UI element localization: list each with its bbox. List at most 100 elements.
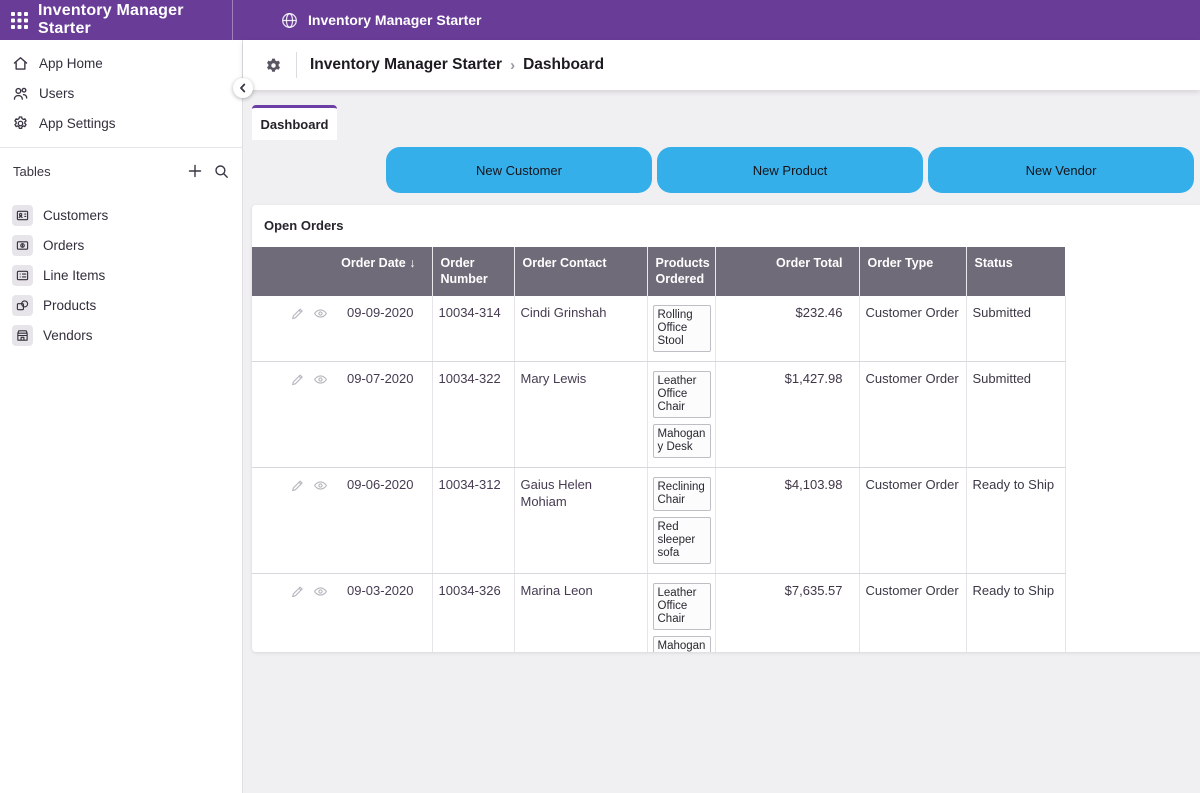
new-product-button[interactable]: New Product [657, 147, 923, 193]
order-status: Submitted [966, 362, 1065, 468]
breadcrumb-bar: Inventory Manager Starter › Dashboard [243, 40, 1200, 90]
order-date-cell: 09-03-2020 [252, 574, 432, 652]
open-orders-table: Order Date ↓ Order Number Order Contact … [252, 247, 1066, 652]
order-type: Customer Order [859, 574, 966, 652]
order-status: Submitted [966, 296, 1065, 362]
product-chip[interactable]: Mahogany Desk [653, 424, 711, 458]
new-vendor-button[interactable]: New Vendor [928, 147, 1194, 193]
sidebar-item-app-home[interactable]: App Home [0, 48, 242, 78]
order-date: 09-06-2020 [347, 477, 414, 494]
order-type: Customer Order [859, 362, 966, 468]
product-chip[interactable]: Red sleeper sofa [653, 517, 711, 564]
products-ordered-cell: Leather Office Chair Mahogany Desk [647, 362, 715, 468]
open-orders-title: Open Orders [252, 205, 1200, 247]
main-area: Inventory Manager Starter › Dashboard Da… [243, 40, 1200, 793]
sidebar-table-customers[interactable]: Customers [0, 200, 242, 230]
sidebar-table-orders[interactable]: Orders [0, 230, 242, 260]
view-icon[interactable] [313, 584, 328, 599]
order-contact: Cindi Grinshah [514, 296, 647, 362]
globe-icon [281, 12, 298, 29]
product-chip[interactable]: Reclining Chair [653, 477, 711, 511]
order-date-cell: 09-09-2020 [252, 296, 432, 362]
new-customer-button[interactable]: New Customer [386, 147, 652, 193]
table-row: 09-07-2020 10034-322 Mary Lewis Leather … [252, 362, 1065, 468]
order-date-cell: 09-06-2020 [252, 468, 432, 574]
view-icon[interactable] [313, 372, 328, 387]
order-status: Ready to Ship [966, 468, 1065, 574]
column-header-order-type[interactable]: Order Type [859, 247, 966, 296]
product-chip[interactable]: Rolling Office Stool [653, 305, 711, 352]
column-header-products-ordered[interactable]: Products Ordered [647, 247, 715, 296]
sidebar-item-label: Users [39, 86, 74, 101]
table-row: 09-03-2020 10034-326 Marina Leon Leather… [252, 574, 1065, 652]
row-actions [290, 306, 328, 321]
product-chip[interactable]: Leather Office Chair [653, 371, 711, 418]
edit-icon[interactable] [290, 478, 305, 493]
order-contact: Mary Lewis [514, 362, 647, 468]
search-icon[interactable] [214, 164, 229, 179]
products-ordered-cell: Rolling Office Stool [647, 296, 715, 362]
product-title: Inventory Manager Starter [38, 2, 232, 38]
order-type: Customer Order [859, 296, 966, 362]
breadcrumb-divider [296, 52, 297, 78]
orders-icon [12, 235, 33, 256]
open-orders-card: Open Orders Order Date ↓ Order Number Or… [252, 205, 1200, 652]
table-row: 09-09-2020 10034-314 Cindi Grinshah Roll… [252, 296, 1065, 362]
row-actions [290, 478, 328, 493]
edit-icon[interactable] [290, 372, 305, 387]
add-table-icon[interactable] [188, 164, 202, 178]
tables-label: Tables [13, 164, 176, 179]
view-icon[interactable] [313, 478, 328, 493]
sidebar-divider [0, 147, 242, 148]
edit-icon[interactable] [290, 306, 305, 321]
app-launcher-icon[interactable] [11, 12, 28, 29]
order-total: $4,103.98 [715, 468, 859, 574]
settings-gear-icon[interactable] [265, 57, 282, 74]
column-header-order-date[interactable]: Order Date ↓ [252, 247, 432, 296]
product-chip[interactable]: Mahogany Desk [653, 636, 711, 652]
sidebar-item-users[interactable]: Users [0, 78, 242, 108]
column-header-order-contact[interactable]: Order Contact [514, 247, 647, 296]
order-total: $1,427.98 [715, 362, 859, 468]
column-header-status[interactable]: Status [966, 247, 1065, 296]
order-date: 09-07-2020 [347, 371, 414, 388]
edit-icon[interactable] [290, 584, 305, 599]
order-number: 10034-322 [432, 362, 514, 468]
products-icon [12, 295, 33, 316]
chevron-left-icon [238, 83, 248, 93]
breadcrumb-root[interactable]: Inventory Manager Starter [310, 56, 502, 74]
tab-dashboard[interactable]: Dashboard [252, 105, 337, 140]
table-row: 09-06-2020 10034-312 Gaius Helen Mohiam … [252, 468, 1065, 574]
order-number: 10034-314 [432, 296, 514, 362]
orders-table-header: Order Date ↓ Order Number Order Contact … [252, 247, 1065, 296]
customers-icon [12, 205, 33, 226]
order-status: Ready to Ship [966, 574, 1065, 652]
order-contact: Marina Leon [514, 574, 647, 652]
sidebar-item-label: App Home [39, 56, 103, 71]
top-bar: Inventory Manager Starter Inventory Mana… [0, 0, 1200, 40]
sidebar-item-app-settings[interactable]: App Settings [0, 108, 242, 138]
sidebar-collapse-button[interactable] [233, 78, 253, 98]
sidebar-table-products[interactable]: Products [0, 290, 242, 320]
view-icon[interactable] [313, 306, 328, 321]
app-title: Inventory Manager Starter [308, 12, 482, 28]
tab-label: Dashboard [261, 117, 329, 132]
order-date: 09-09-2020 [347, 305, 414, 322]
column-header-order-total[interactable]: Order Total [715, 247, 859, 296]
orders-table-body: 09-09-2020 10034-314 Cindi Grinshah Roll… [252, 296, 1065, 652]
sidebar-table-line-items[interactable]: Line Items [0, 260, 242, 290]
home-icon [12, 55, 29, 72]
order-total: $232.46 [715, 296, 859, 362]
column-header-order-number[interactable]: Order Number [432, 247, 514, 296]
sidebar-table-vendors[interactable]: Vendors [0, 320, 242, 350]
tables-section-header: Tables [0, 154, 242, 188]
gear-icon [12, 115, 29, 132]
product-chip[interactable]: Leather Office Chair [653, 583, 711, 630]
page-content: Dashboard New Customer New Product New V… [243, 90, 1200, 793]
sort-descending-icon: ↓ [409, 256, 415, 270]
products-ordered-cell: Reclining Chair Red sleeper sofa [647, 468, 715, 574]
row-actions [290, 584, 328, 599]
products-ordered-cell: Leather Office ChairMahogany DeskRed sle… [647, 574, 715, 652]
table-item-label: Orders [43, 238, 84, 253]
tab-bar: Dashboard [243, 90, 1200, 140]
